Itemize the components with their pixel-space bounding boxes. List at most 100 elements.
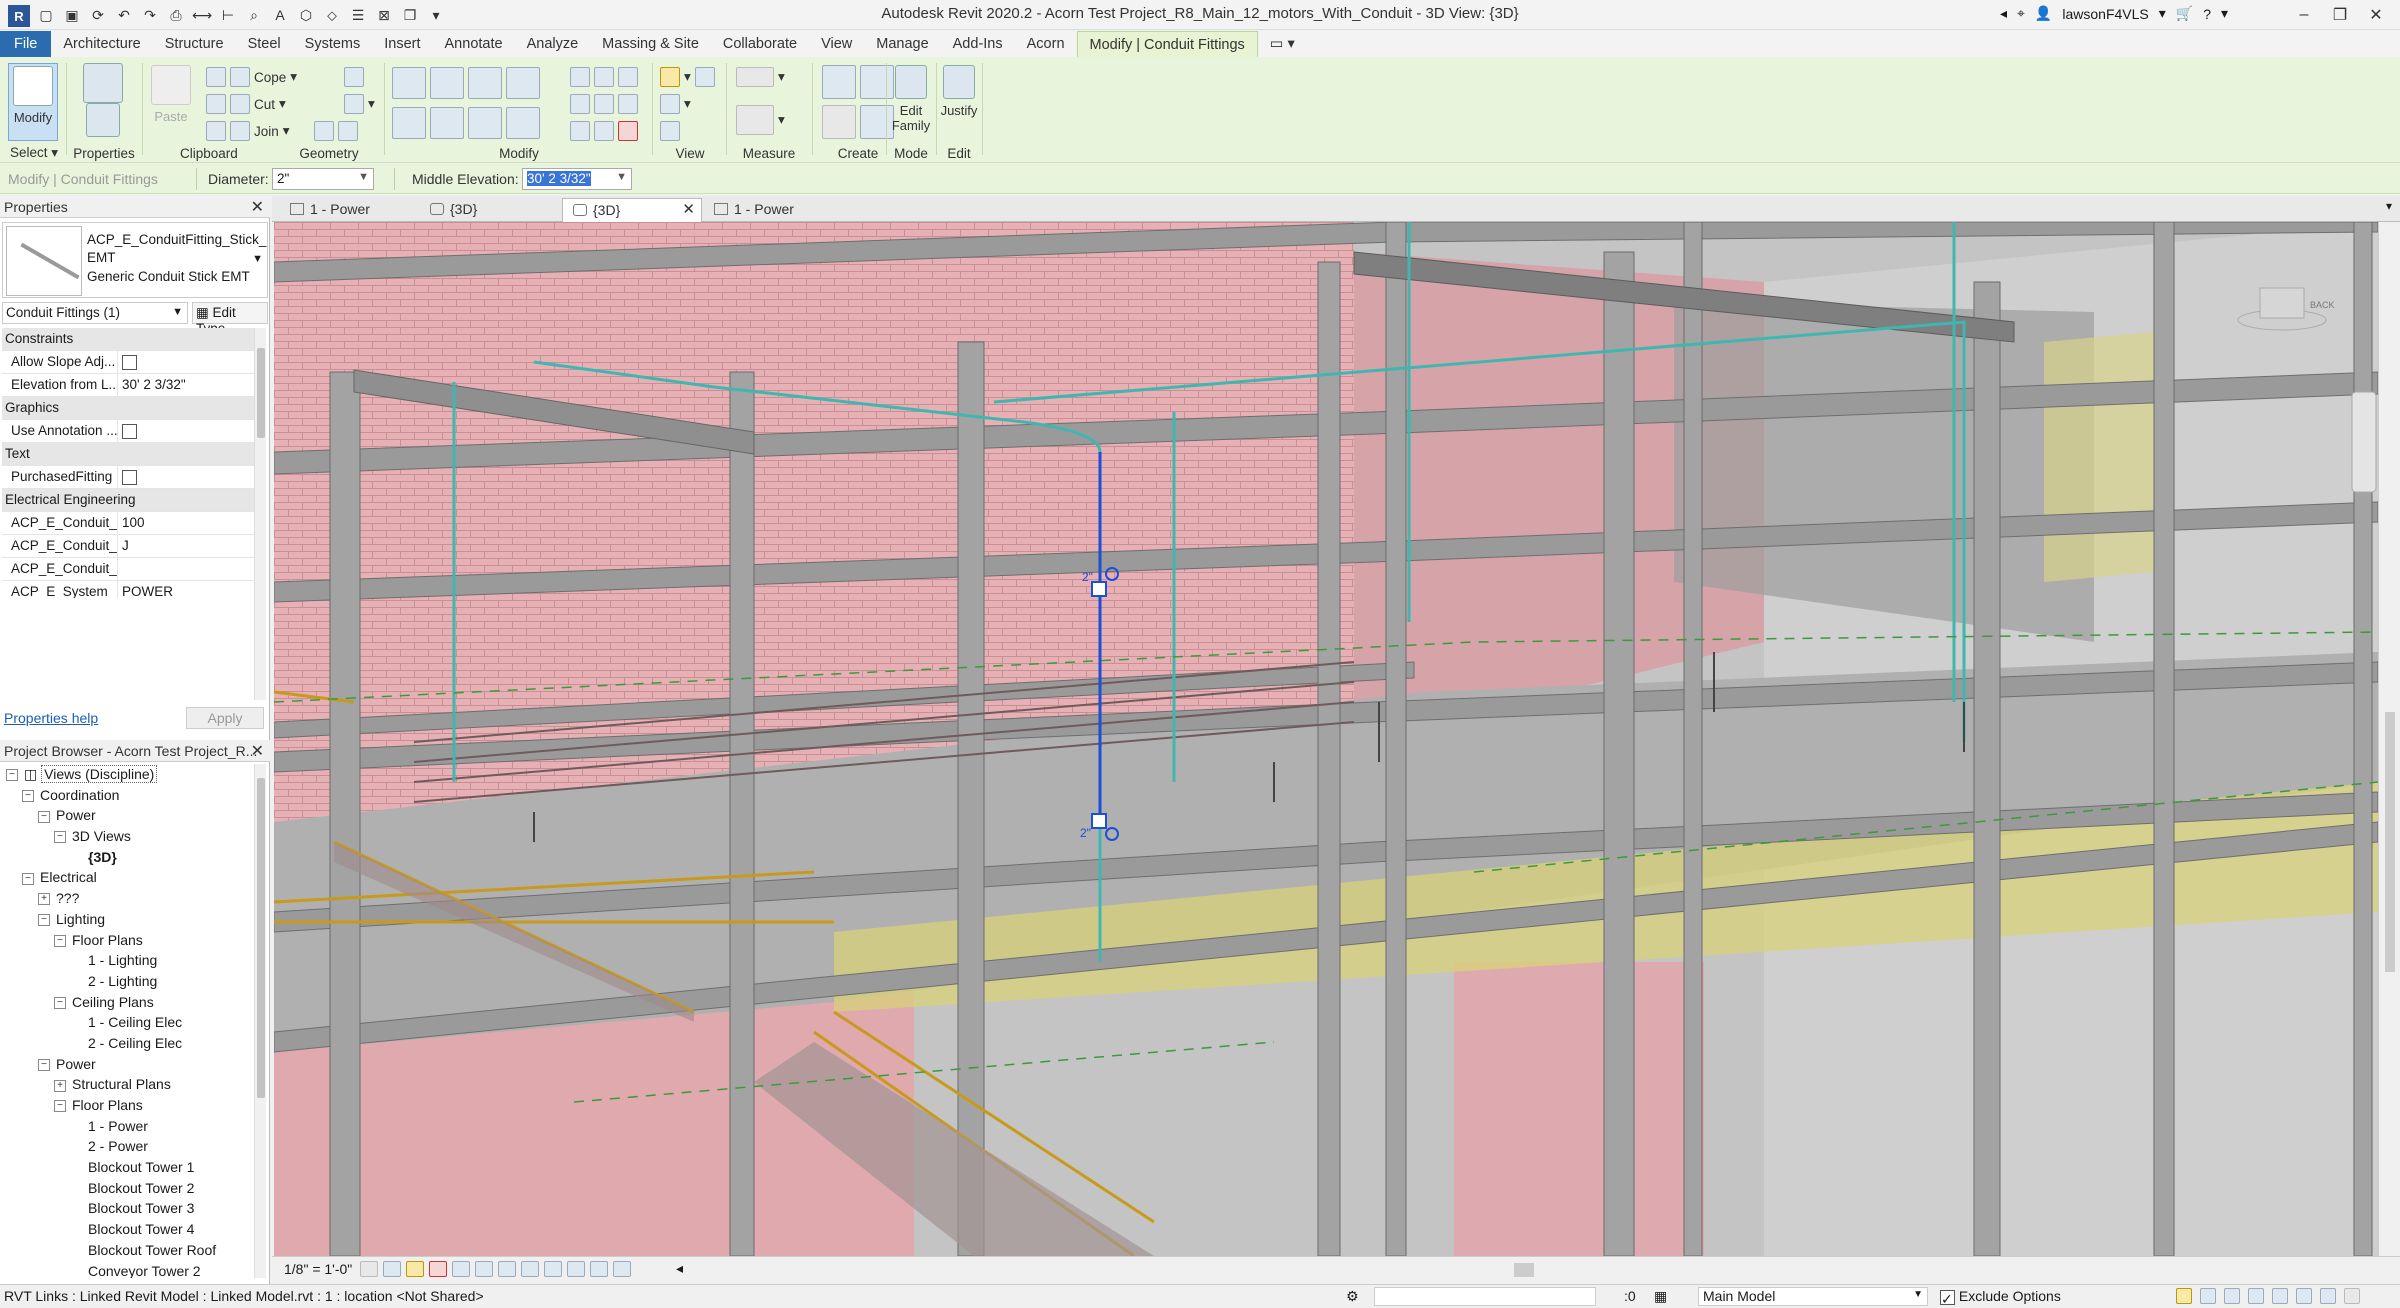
view-scale[interactable]: 1/8" = 1'-0" xyxy=(284,1261,352,1277)
tab-structure[interactable]: Structure xyxy=(153,31,236,57)
tab-massing-site[interactable]: Massing & Site xyxy=(590,31,711,57)
delete-tools[interactable] xyxy=(570,121,638,141)
select-by-face-icon[interactable] xyxy=(2248,1288,2264,1304)
select-underlay-icon[interactable] xyxy=(2200,1288,2216,1304)
design-options-icon[interactable]: ▦ xyxy=(1654,1288,1667,1305)
property-checkbox[interactable] xyxy=(122,423,137,439)
chevron-left-icon[interactable]: ◂ xyxy=(676,1260,683,1277)
expand-icon[interactable]: + xyxy=(38,893,50,906)
collapse-icon[interactable]: − xyxy=(6,769,18,782)
temp-hide-icon[interactable] xyxy=(544,1261,562,1277)
binoculars-icon[interactable]: ⌖ xyxy=(2017,5,2025,22)
filter-icon[interactable] xyxy=(2320,1288,2336,1304)
property-value[interactable]: 100 xyxy=(118,512,254,534)
chevron-down-icon[interactable]: ▾ xyxy=(2159,5,2166,22)
property-value[interactable]: POWER xyxy=(118,581,254,598)
tab-systems[interactable]: Systems xyxy=(293,31,373,57)
tab-menu-icon[interactable]: ▾ xyxy=(2386,199,2392,213)
view-tab[interactable]: 1 - Power xyxy=(280,198,420,222)
selection-grip[interactable] xyxy=(1091,581,1107,597)
property-checkbox[interactable] xyxy=(122,469,137,485)
hide-tool[interactable]: ▾ xyxy=(660,67,715,87)
type-selector[interactable]: ACP_E_ConduitFitting_Stick_ EMT Generic C… xyxy=(2,222,268,298)
filter-count-icon[interactable] xyxy=(2344,1288,2360,1304)
browser-node[interactable]: − Floor Plans xyxy=(0,1095,254,1116)
visual-style-icon[interactable] xyxy=(383,1261,401,1277)
close-icon[interactable]: ✕ xyxy=(682,199,695,221)
view-tab[interactable]: {3D} xyxy=(420,198,560,222)
browser-node[interactable]: {3D} xyxy=(0,847,254,868)
tab-analyze[interactable]: Analyze xyxy=(515,31,591,57)
panel-toggle-icon[interactable]: ▭ ▾ xyxy=(1270,36,1295,52)
view-tab-active[interactable]: {3D} ✕ xyxy=(562,198,702,222)
properties-button[interactable] xyxy=(78,101,128,141)
shadows-icon[interactable] xyxy=(429,1261,447,1277)
geometry-tool[interactable] xyxy=(314,121,358,141)
close-icon[interactable]: ✕ xyxy=(251,197,264,217)
crop-view-icon[interactable] xyxy=(498,1261,516,1277)
close-icon[interactable]: ✕ xyxy=(2358,2,2394,28)
viewcube-face-label[interactable]: BACK xyxy=(2310,300,2335,310)
browser-node[interactable]: Blockout Tower Roof xyxy=(0,1240,254,1261)
username[interactable]: lawsonF4VLS xyxy=(2062,6,2148,22)
tab-file[interactable]: File xyxy=(0,31,52,57)
property-value[interactable] xyxy=(118,420,254,442)
minimize-icon[interactable]: – xyxy=(2286,2,2322,28)
measure-tool[interactable]: ▾ xyxy=(736,67,785,87)
view-tab[interactable]: 1 - Power xyxy=(704,198,844,222)
property-category[interactable]: Graphics xyxy=(2,397,254,420)
diameter-dropdown[interactable]: 2" ▼ xyxy=(272,168,374,190)
property-value[interactable] xyxy=(118,351,254,373)
linework-tool[interactable] xyxy=(660,121,680,141)
browser-node[interactable]: − Power xyxy=(0,1054,254,1075)
chevron-left-icon[interactable]: ◂ xyxy=(2000,5,2007,22)
highlight-displacement-icon[interactable] xyxy=(613,1261,631,1277)
analytical-model-icon[interactable] xyxy=(590,1261,608,1277)
collapse-icon[interactable]: − xyxy=(38,810,50,823)
cart-icon[interactable]: 🛒 xyxy=(2176,5,2193,22)
collapse-icon[interactable]: − xyxy=(22,872,34,885)
design-option-dropdown[interactable]: Main Model ▼ xyxy=(1698,1287,1928,1306)
select-dropdown[interactable]: Select ▾ xyxy=(4,145,64,161)
exclude-options-checkbox[interactable]: ✓ Exclude Options xyxy=(1940,1288,2061,1307)
browser-node[interactable]: − Floor Plans xyxy=(0,930,254,951)
browser-node[interactable]: Blockout Tower 1 xyxy=(0,1157,254,1178)
create-tools[interactable] xyxy=(822,65,894,99)
browser-node[interactable]: − Lighting xyxy=(0,909,254,930)
tab-add-ins[interactable]: Add-Ins xyxy=(941,31,1015,57)
tab-insert[interactable]: Insert xyxy=(372,31,432,57)
browser-node[interactable]: 2 - Lighting xyxy=(0,971,254,992)
move-tools[interactable] xyxy=(392,107,540,139)
tab-modify-conduit-fittings[interactable]: Modify | Conduit Fittings xyxy=(1076,31,1258,57)
collapse-icon[interactable]: − xyxy=(54,1100,66,1113)
browser-node[interactable]: Blockout Tower 4 xyxy=(0,1219,254,1240)
paste-button[interactable]: Paste xyxy=(146,63,196,141)
instance-filter-dropdown[interactable]: Conduit Fittings (1) ▼ xyxy=(2,302,188,324)
create-tools[interactable] xyxy=(822,105,894,139)
3d-viewport[interactable]: 2" 2" BACK xyxy=(274,222,2378,1256)
edit-family-button[interactable]: Edit Family xyxy=(888,63,934,141)
chevron-down-icon[interactable]: ▾ xyxy=(2221,5,2228,22)
collapse-icon[interactable]: − xyxy=(54,934,66,947)
middle-elevation-input[interactable]: 30' 2 3/32" ▼ xyxy=(522,168,632,190)
viewport-vertical-scrollbar[interactable] xyxy=(2378,222,2400,1256)
browser-node[interactable]: − Power xyxy=(0,805,254,826)
collapse-icon[interactable]: − xyxy=(38,914,50,927)
tab-collaborate[interactable]: Collaborate xyxy=(711,31,809,57)
select-pinned-icon[interactable] xyxy=(2224,1288,2240,1304)
property-value[interactable]: J xyxy=(118,535,254,557)
background-processes-icon[interactable] xyxy=(2296,1288,2312,1304)
collapse-icon[interactable]: − xyxy=(54,831,66,844)
browser-scrollbar[interactable] xyxy=(254,764,266,1278)
justify-button[interactable]: Justify xyxy=(938,63,980,141)
ribbon-display-toggle[interactable]: ▭ ▾ xyxy=(1258,31,1307,57)
property-value[interactable] xyxy=(118,466,254,488)
scroll-thumb[interactable] xyxy=(257,348,265,438)
edit-type-button[interactable]: ▦ Edit Type xyxy=(192,302,268,336)
array-tools[interactable] xyxy=(570,94,638,114)
split-tools[interactable] xyxy=(570,67,638,87)
selection-grip[interactable] xyxy=(1091,813,1107,829)
browser-node[interactable]: 1 - Ceiling Elec xyxy=(0,1012,254,1033)
browser-node[interactable]: − ◫ Views (Discipline) xyxy=(0,764,254,785)
scroll-thumb[interactable] xyxy=(257,778,265,1098)
